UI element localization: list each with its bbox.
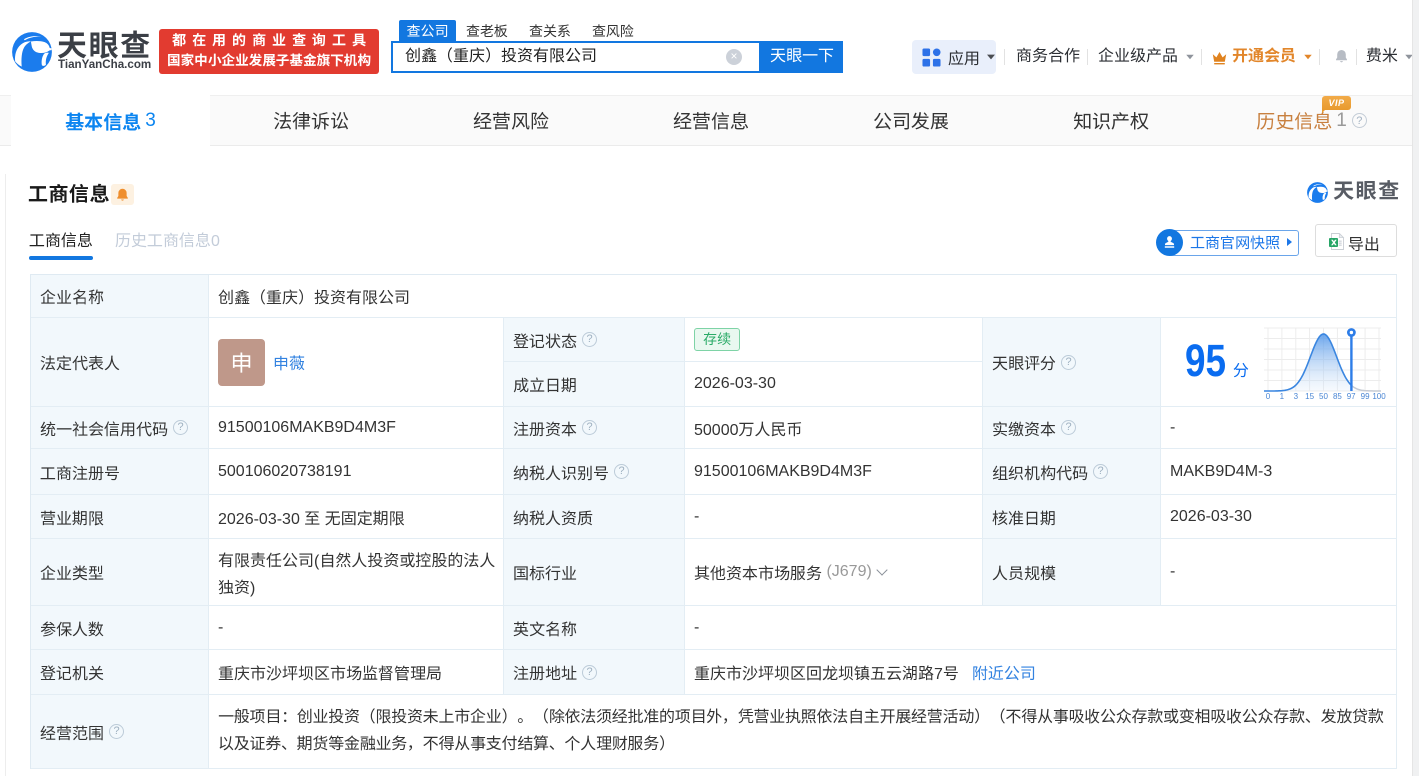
svg-text:0: 0 — [1266, 392, 1271, 401]
svg-text:97: 97 — [1347, 392, 1356, 401]
svg-text:50: 50 — [1319, 392, 1328, 401]
svg-text:85: 85 — [1333, 392, 1342, 401]
svg-text:1: 1 — [1280, 392, 1285, 401]
svg-text:100: 100 — [1372, 392, 1386, 401]
svg-text:3: 3 — [1294, 392, 1299, 401]
svg-text:15: 15 — [1305, 392, 1314, 401]
svg-text:99: 99 — [1361, 392, 1370, 401]
